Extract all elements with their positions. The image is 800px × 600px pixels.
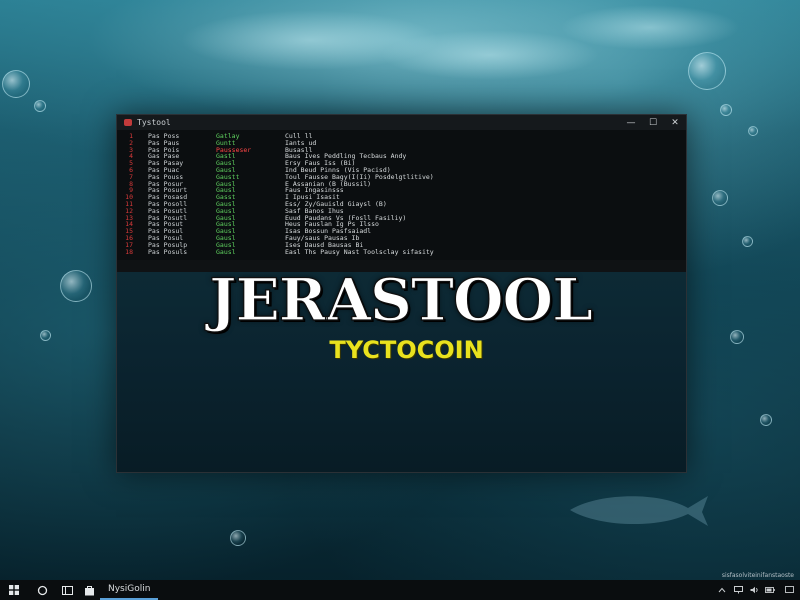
bubble	[760, 414, 772, 426]
terminal-line: 10 Pas Posasd Gasst I Ipusi Isasit	[117, 194, 686, 201]
terminal-line: 2 Pas Paus Guntt Iants ud	[117, 139, 686, 147]
terminal-line: 18 Pas Posuls Gausl Easl Ths Pausy Nast Too…	[117, 247, 686, 256]
start-button[interactable]	[0, 580, 28, 600]
bubble	[742, 236, 753, 247]
terminal-col-3: Easl Ths Pausy Nast Toolsclay sifasity	[285, 247, 434, 256]
light-caustic	[380, 30, 600, 80]
bubble	[730, 330, 744, 344]
taskbar-app-button[interactable]: NysiGolin	[100, 580, 159, 600]
bubble	[688, 52, 726, 90]
terminal-line: 8 Pas Posur Gausl E Assanian (B (Bussil)	[117, 180, 686, 188]
window-title: Tystool	[137, 118, 171, 127]
store-button[interactable]	[78, 580, 100, 600]
task-view-icon	[61, 585, 73, 595]
bubble	[230, 530, 246, 546]
terminal-col-1: Pas Posuls	[148, 247, 188, 256]
maximize-button[interactable]: ☐	[642, 115, 664, 130]
system-tray	[714, 580, 800, 600]
terminal-col-2: Gausl	[216, 247, 236, 256]
search-circle-icon	[37, 585, 47, 595]
terminal-output[interactable]: 1 Pas Poss Gatlay Cull ll 2 Pas Paus Guntt Iant…	[117, 130, 686, 281]
chevron-up-icon[interactable]	[714, 580, 730, 600]
light-caustic	[560, 5, 740, 50]
line-number: 18	[125, 247, 133, 256]
close-button[interactable]: ✕	[664, 115, 686, 130]
store-bag-icon	[84, 585, 94, 595]
taskbar: NysiGolin	[0, 580, 800, 600]
terminal-line: 16 Pas Posul Gausl Fauy/saus Pausas Ib	[117, 235, 686, 242]
terminal-line: 9 Pas Posurt Gausl Faus Ingasinsss	[117, 187, 686, 194]
minimize-button[interactable]: —	[620, 115, 642, 130]
terminal-line: 15 Pas Posul Gausl Isas Bossun Pasfsaiadl	[117, 228, 686, 235]
bubble	[712, 190, 728, 206]
notification-icon[interactable]	[778, 580, 800, 600]
task-view-button[interactable]	[56, 580, 78, 600]
bubble	[60, 270, 92, 302]
network-icon[interactable]	[730, 580, 746, 600]
shadow-creature-silhouette	[267, 472, 567, 473]
bubble	[34, 100, 46, 112]
terminal-line: 13 Pas Posutl Gausl Euud Paudans Vs (Fosll …	[117, 214, 686, 222]
window-controls: — ☐ ✕	[620, 115, 686, 130]
watermark-text: sisfasolviteinifanstaoste	[721, 572, 794, 579]
volume-icon[interactable]	[746, 580, 762, 600]
bubble	[40, 330, 51, 341]
terminal-line: 5 Pas Pasay Gausl Ersy Faus Iss (Bi)	[117, 160, 686, 167]
bubble	[2, 70, 30, 98]
terminal-line: 1 Pas Poss Gatlay Cull ll	[117, 133, 686, 140]
battery-icon[interactable]	[762, 580, 778, 600]
terminal-line: 4 Gas Pase Gastl Baus Ives Peddling Tecbaus…	[117, 153, 686, 160]
fish-silhouette	[570, 496, 708, 526]
terminal-line: 14 Pas Posut Gausl Heus Fauslan Ig Ps Ilsso	[117, 221, 686, 228]
window-titlebar[interactable]: Tystool — ☐ ✕	[117, 115, 686, 130]
search-button[interactable]	[28, 580, 56, 600]
bubble	[748, 126, 758, 136]
windows-logo-icon	[9, 585, 19, 595]
bubble	[720, 104, 732, 116]
desktop-background: Tystool — ☐ ✕ 1 Pas Poss Gatlay Cull ll 2 Pas…	[0, 0, 800, 600]
logo-title: JERASTOOL	[209, 265, 594, 334]
terminal-app-icon	[124, 119, 132, 126]
logo-subtitle: TYCTOCOIN	[329, 336, 484, 364]
terminal-line: 11 Pas Posoll Gausl Ess/ Zy/Gauisld Giaysl …	[117, 201, 686, 208]
terminal-line: 7 Pas Pouss Gaustt Toul Fausse Bagy(I(Ii) P…	[117, 173, 686, 181]
